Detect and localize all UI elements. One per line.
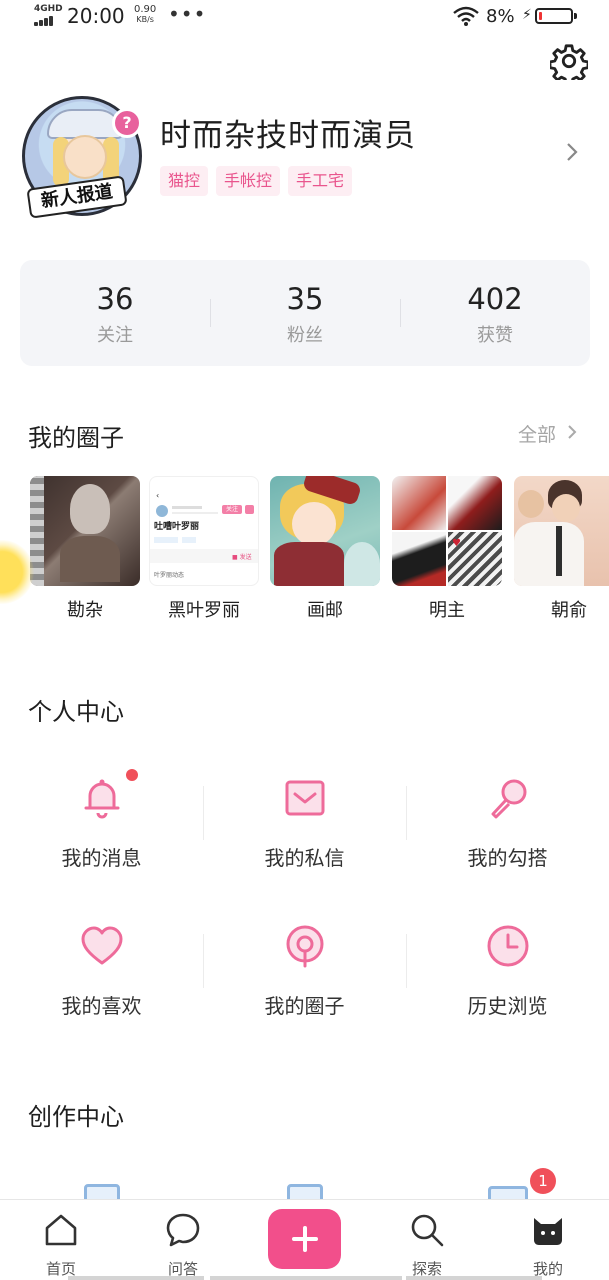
- my-hookups-button[interactable]: 我的勾搭: [406, 776, 609, 886]
- tab-explore[interactable]: 探索: [382, 1212, 472, 1279]
- circle-pin-icon: [286, 925, 324, 968]
- home-icon: [45, 1214, 77, 1246]
- circle-thumbnail: [514, 476, 609, 586]
- creation-center-title: 创作中心: [28, 1103, 124, 1131]
- mail-icon: [285, 780, 325, 816]
- interest-tag: 猫控: [160, 166, 209, 196]
- circle-thumbnail: [270, 476, 380, 586]
- circle-name: 勘杂: [67, 600, 103, 621]
- unread-dot: [126, 769, 138, 781]
- circle-name: 黑叶罗丽: [168, 600, 240, 621]
- speed-value: 0.90: [134, 4, 157, 15]
- status-bar: 4GHD 20:00 0.90 KB/s ••• 8% ⚡: [0, 0, 609, 34]
- interest-tag: 手工宅: [288, 166, 353, 196]
- grid-label: 我的喜欢: [61, 994, 142, 1018]
- circle-card[interactable]: ♥ 明主: [392, 476, 502, 622]
- tab-qa[interactable]: 问答: [138, 1212, 228, 1279]
- clock-icon: [487, 925, 529, 967]
- signal-icon: [34, 14, 58, 26]
- thumb-footer: 叶罗丽动态: [154, 572, 185, 579]
- thumb-title: 吐嘈叶罗丽: [154, 522, 200, 532]
- network-speed: 0.90 KB/s: [134, 5, 156, 25]
- see-all-link[interactable]: 全部: [518, 420, 556, 447]
- my-circles-button[interactable]: 我的圈子: [203, 924, 406, 1034]
- create-post-button[interactable]: [268, 1209, 341, 1269]
- microphone-icon: [491, 779, 527, 819]
- stat-likes[interactable]: 402 获赞: [400, 279, 590, 347]
- circle-thumbnail: ‹ 关注 吐嘈叶罗丽 ■ 发送 叶罗丽动态: [149, 476, 259, 586]
- stat-label: 关注: [97, 325, 133, 346]
- battery-icon: [535, 8, 577, 24]
- creation-icons-peek: [0, 1182, 609, 1199]
- circle-name: 明主: [429, 600, 465, 621]
- stat-following[interactable]: 36 关注: [20, 279, 210, 347]
- network-type: 4GHD: [34, 4, 63, 14]
- stat-value: 36: [96, 282, 134, 316]
- speed-unit: KB/s: [136, 15, 154, 24]
- stat-fans[interactable]: 35 粉丝: [210, 279, 400, 347]
- wifi-icon: [453, 6, 479, 26]
- personal-center-title: 个人中心: [28, 698, 124, 726]
- stats-panel: 36 关注 35 粉丝 402 获赞: [20, 260, 590, 366]
- battery-percent: 8%: [486, 6, 515, 27]
- cat-icon: [534, 1218, 562, 1245]
- avatar-face: [63, 135, 107, 179]
- thumb-follow-button: 关注: [222, 505, 242, 514]
- question-badge-icon: ?: [112, 108, 142, 138]
- circle-card[interactable]: ‹ 关注 吐嘈叶罗丽 ■ 发送 叶罗丽动态 黑叶罗丽: [149, 476, 259, 622]
- interest-tag: 手帐控: [216, 166, 281, 196]
- stat-label: 粉丝: [287, 325, 323, 346]
- grid-label: 历史浏览: [467, 994, 548, 1018]
- heart-icon: [81, 926, 123, 965]
- interest-tags: 猫控 手帐控 手工宅: [160, 166, 353, 196]
- username[interactable]: 时而杂技时而演员: [160, 110, 416, 155]
- charging-icon: ⚡: [522, 7, 532, 23]
- tab-home[interactable]: 首页: [16, 1212, 106, 1279]
- stat-label: 获赞: [477, 325, 513, 346]
- more-notifications-icon: •••: [168, 2, 207, 26]
- home-indicator: [68, 1276, 204, 1280]
- grid-label: 我的消息: [61, 846, 142, 870]
- my-likes-button[interactable]: 我的喜欢: [0, 924, 203, 1034]
- stat-value: 402: [467, 282, 523, 316]
- settings-gear-icon[interactable]: [550, 42, 588, 80]
- grid-label: 我的私信: [264, 846, 345, 870]
- folder-icon: [287, 1184, 323, 1199]
- home-indicator: [406, 1276, 542, 1280]
- circle-card[interactable]: 朝俞: [514, 476, 609, 622]
- grid-label: 我的勾搭: [467, 846, 548, 870]
- home-indicator: [210, 1276, 402, 1280]
- circles-strip: 勘杂 ‹ 关注 吐嘈叶罗丽 ■ 发送 叶罗丽动态 黑叶罗丽 画邮 ♥ 明主 朝俞: [0, 476, 609, 626]
- clock: 20:00: [67, 4, 125, 28]
- circle-thumbnail: ♥: [392, 476, 502, 586]
- bell-icon: [84, 779, 120, 819]
- chat-bubble-icon: [166, 1213, 200, 1247]
- box-icon: [488, 1186, 528, 1199]
- grid-label: 我的圈子: [264, 994, 345, 1018]
- my-messages-button[interactable]: 我的消息: [0, 769, 203, 886]
- search-icon: [411, 1214, 444, 1247]
- tab-mine[interactable]: 我的: [503, 1212, 593, 1279]
- browse-history-button[interactable]: 历史浏览: [406, 924, 609, 1034]
- my-circles-title: 我的圈子: [28, 424, 124, 452]
- circle-card[interactable]: 勘杂: [30, 476, 140, 622]
- folder-icon: [84, 1184, 120, 1199]
- circle-card[interactable]: 画邮: [270, 476, 380, 622]
- chevron-right-icon[interactable]: [565, 142, 579, 162]
- chevron-right-icon[interactable]: [567, 424, 577, 440]
- circle-thumbnail: [30, 476, 140, 586]
- creation-badge: 1: [530, 1168, 556, 1194]
- my-private-messages-button[interactable]: 我的私信: [203, 776, 406, 886]
- circle-name: 画邮: [307, 600, 343, 621]
- circle-name: 朝俞: [551, 600, 587, 621]
- stat-value: 35: [286, 282, 324, 316]
